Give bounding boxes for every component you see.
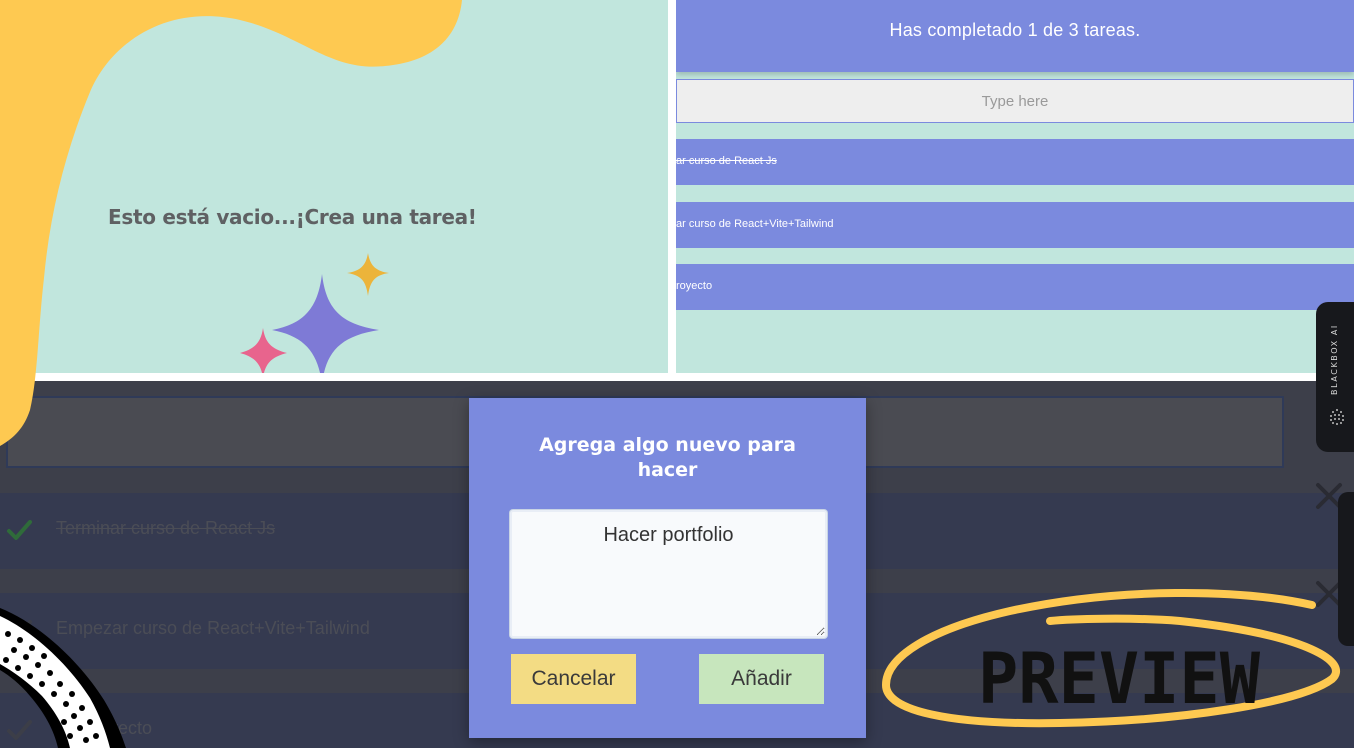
task-item-label: royecto [676,280,713,292]
task-item-label: ar curso de React+Vite+Tailwind [676,218,834,230]
add-task-modal: Agrega algo nuevo para hacer Cancelar Añ… [469,398,866,738]
check-icon [7,720,32,740]
cancel-button[interactable]: Cancelar [511,654,636,704]
task-item[interactable]: royecto [676,264,1354,310]
empty-state-panel: Esto está vacio...¡Crea una tarea! [0,0,668,373]
task-item[interactable]: ar curso de React+Vite+Tailwind [676,202,1354,248]
completed-counter: Has completado 1 de 3 tareas. [889,20,1141,40]
check-icon [7,620,32,640]
preview-stamp: PREVIEW [881,589,1341,728]
preview-label: PREVIEW [978,638,1261,720]
dimmed-task-label: Su proyecto [56,718,153,738]
new-task-textarea[interactable] [510,510,827,638]
blackbox-widget-label: BLACKBOX AI [1330,324,1339,395]
sparkle-icon [272,274,379,373]
progress-header: Has completado 1 de 3 tareas. [676,0,1354,72]
modal-title: Agrega algo nuevo para hacer [539,434,796,481]
dimmed-task-label: Empezar curso de React+Vite+Tailwind [56,618,370,638]
blackbox-dots-icon [1330,409,1344,425]
add-button[interactable]: Añadir [699,654,824,704]
screenshot-canvas: Esto está vacio...¡Crea una tarea! Has c… [0,0,1354,748]
task-item[interactable]: ar curso de React Js [676,139,1354,185]
task-search-input[interactable] [676,79,1354,123]
sparkle-icon [240,328,287,373]
task-list-panel: Has completado 1 de 3 tareas. ar curso d… [676,0,1354,373]
sparkles-illustration [240,253,389,373]
check-icon [7,520,32,540]
dimmed-task-label: Terminar curso de React Js [56,518,276,538]
empty-state-message: Esto está vacio...¡Crea una tarea! [108,205,477,229]
sparkle-icon [347,253,389,296]
task-item-label: ar curso de React Js [676,155,777,167]
